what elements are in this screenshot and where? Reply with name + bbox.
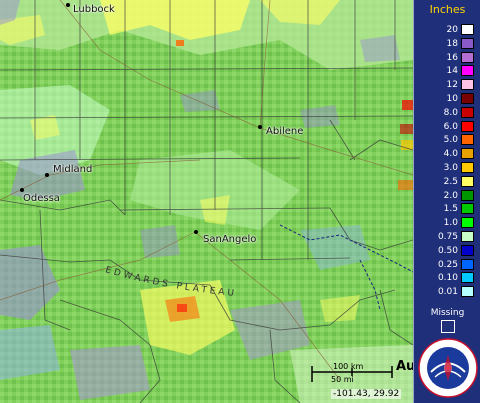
legend-value: 1.0	[443, 218, 458, 229]
map-edge-label: Au	[396, 359, 413, 374]
legend-value: 14	[446, 66, 458, 77]
legend-value: 0.01	[437, 287, 458, 298]
legend-value: 5.0	[443, 135, 458, 146]
legend-value: 6.0	[443, 121, 458, 132]
legend-swatch	[461, 24, 474, 35]
legend-swatch	[461, 272, 474, 284]
legend-entry: 2.0	[414, 189, 480, 202]
legend-entry: 6.0	[414, 120, 480, 133]
legend-swatch	[461, 106, 474, 118]
legend-swatch	[461, 175, 474, 187]
legend-swatch	[461, 244, 474, 256]
city-label-odessa: Odessa	[23, 193, 60, 204]
legend-value: 2.5	[443, 176, 458, 187]
legend-entry: 0.75	[414, 231, 480, 243]
legend-swatch	[461, 120, 474, 132]
legend-value: 3.0	[443, 163, 458, 173]
legend-value: 0.10	[437, 273, 458, 284]
legend-title: Inches	[429, 3, 466, 16]
legend-swatch	[461, 258, 474, 270]
legend-swatch	[461, 134, 474, 146]
legend-entry: 10	[414, 93, 480, 105]
city-marker-san-angelo	[194, 230, 198, 234]
legend-value: 16	[446, 52, 458, 63]
scale-km-label: 100 km	[333, 362, 364, 371]
legend-entry: 0.10	[414, 272, 480, 284]
cursor-coordinates: -101.43, 29.92	[331, 389, 402, 399]
legend-value: 1.5	[443, 204, 458, 215]
legend-swatch	[461, 189, 474, 201]
legend-entry: 16	[414, 51, 480, 64]
legend-entry: 12	[414, 79, 480, 91]
legend-value: 0.25	[437, 259, 458, 270]
legend-swatch	[461, 162, 474, 173]
legend-missing-label: Missing	[430, 308, 465, 318]
legend-entry: 0.01	[414, 286, 480, 298]
legend-swatch	[461, 93, 474, 104]
legend-entry: 14	[414, 65, 480, 77]
legend-value: 8.0	[443, 107, 458, 118]
city-marker-lubbock	[66, 3, 70, 7]
legend-swatch	[461, 37, 474, 49]
legend-value: 10	[446, 94, 458, 104]
legend-value: 20	[446, 25, 458, 35]
legend-swatch	[461, 148, 474, 160]
legend-entry: 8.0	[414, 106, 480, 119]
city-label-midland: Midland	[53, 164, 93, 175]
legend-swatch	[461, 79, 474, 91]
legend-value: 0.75	[437, 232, 458, 242]
legend-entry: 3.0	[414, 162, 480, 174]
legend-entry: 0.50	[414, 244, 480, 257]
legend-value: 18	[446, 38, 458, 49]
legend-entry: 1.0	[414, 217, 480, 229]
city-label-lubbock: Lubbock	[73, 4, 115, 15]
legend-value: 2.0	[443, 190, 458, 201]
legend-swatch	[461, 203, 474, 215]
legend-swatch	[461, 65, 474, 77]
city-marker-midland	[45, 173, 49, 177]
precipitation-map[interactable]: EDWARDS PLATEAU Lubbock Abilene Midland …	[0, 0, 413, 403]
precipitation-legend: Inches 20 18 16 14 12 10 8.0 6.0 5.0 4.0 3.0 2.5 2.0…	[413, 0, 480, 403]
legend-value: 4.0	[443, 149, 458, 160]
legend-entry: 1.5	[414, 203, 480, 215]
city-marker-odessa	[20, 188, 24, 192]
legend-entry: 20	[414, 24, 480, 36]
legend-swatch	[461, 286, 474, 298]
nws-logo-icon	[417, 337, 479, 399]
legend-entry: 4.0	[414, 148, 480, 160]
city-label-abilene: Abilene	[266, 126, 304, 137]
city-label-san-angelo: SanAngelo	[203, 234, 257, 245]
legend-missing-swatch	[441, 320, 455, 333]
legend-swatch	[461, 217, 474, 229]
legend-entry: 0.25	[414, 258, 480, 271]
legend-entry: 18	[414, 37, 480, 50]
map-canvas: EDWARDS PLATEAU	[0, 0, 413, 403]
legend-swatch	[461, 231, 474, 242]
scale-mi-label: 50 mi	[331, 375, 354, 384]
legend-entry: 2.5	[414, 175, 480, 188]
legend-value: 0.50	[437, 245, 458, 256]
legend-swatch	[461, 51, 474, 63]
legend-value: 12	[446, 80, 458, 91]
legend-entry: 5.0	[414, 134, 480, 146]
city-marker-abilene	[258, 125, 262, 129]
